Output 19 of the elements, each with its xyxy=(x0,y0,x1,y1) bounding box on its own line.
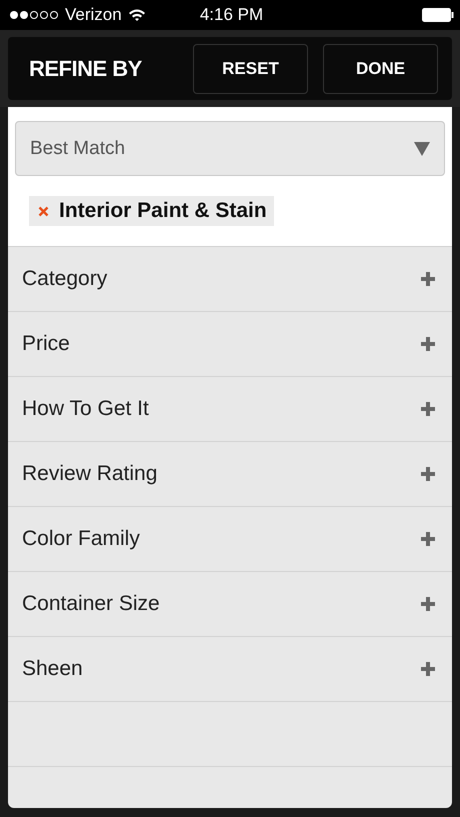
sort-dropdown[interactable]: Best Match xyxy=(15,121,445,176)
page-title: REFINE BY xyxy=(29,56,142,82)
wifi-icon xyxy=(128,8,146,22)
dropdown-caret-icon xyxy=(414,142,430,156)
battery-icon xyxy=(422,8,454,22)
filter-row[interactable]: Sheen xyxy=(8,637,452,702)
carrier-name: Verizon xyxy=(65,5,122,25)
filter-row[interactable]: Container Size xyxy=(8,572,452,637)
header-button[interactable]: RESET xyxy=(193,44,308,94)
filter-row[interactable]: Review Rating xyxy=(8,442,452,507)
filter-row[interactable]: Category xyxy=(8,247,452,312)
filter-row[interactable]: How To Get It xyxy=(8,377,452,442)
applied-filter-chip[interactable]: Interior Paint & Stain xyxy=(29,196,274,226)
header-button[interactable]: DONE xyxy=(323,44,438,94)
clock-time: 4:16 PM xyxy=(200,5,264,25)
signal-icon xyxy=(9,10,59,20)
filter-row[interactable]: Price xyxy=(8,312,452,377)
remove-icon xyxy=(38,206,49,216)
filter-row[interactable]: Color Family xyxy=(8,507,452,572)
